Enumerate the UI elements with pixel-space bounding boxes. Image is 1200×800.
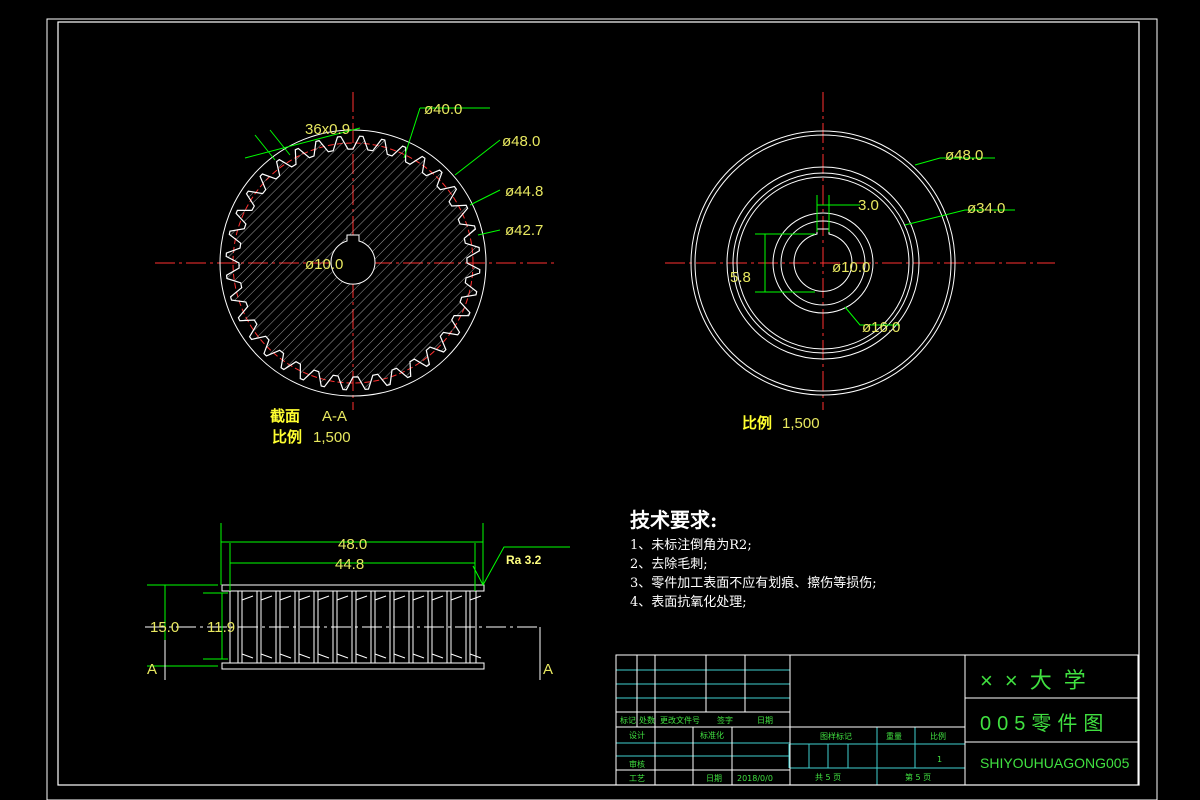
tooth-line [355, 653, 368, 659]
scale-value: 1,500 [313, 429, 351, 446]
tooth-line [260, 595, 273, 601]
tooth-line [374, 653, 387, 659]
side-view: 48.0 44.8 15.0 11.9 Ra 3.2 A A [145, 523, 570, 680]
technical-requirements: 技术要求: 1、未标注倒角为R2; 2、去除毛刺; 3、零件加工表面不应有划痕、… [630, 508, 877, 610]
section-view: 36x0.9 ø40.0 ø48.0 ø44.8 ø42.7 ø10.0 截面 … [155, 92, 555, 446]
dim-height-11-9: 11.9 [207, 619, 235, 636]
dim-width-48: 48.0 [338, 536, 367, 553]
requirement-item: 4、表面抗氧化处理; [630, 595, 747, 610]
tooth-line [412, 653, 425, 659]
header-mark: 标记 [620, 715, 636, 725]
design-label: 设计 [629, 730, 645, 740]
drawing-mark-label: 图样标记 [820, 731, 852, 741]
roughness-symbol: Ra 3.2 [506, 553, 542, 567]
dim-d44-8: ø44.8 [505, 183, 543, 200]
dim-height-15: 15.0 [150, 619, 179, 636]
drawing-frame [57, 21, 1140, 786]
date-value: 2018/0/0 [737, 774, 773, 783]
section-mark-right: A [543, 661, 553, 678]
tooth-line [393, 653, 406, 659]
requirement-item: 2、去除毛刺; [630, 557, 708, 572]
tooth-line [317, 595, 330, 601]
tooth-line [317, 653, 330, 659]
dim-bore: ø10.0 [832, 259, 870, 276]
requirement-item: 3、零件加工表面不应有划痕、擦伤等损伤; [630, 575, 877, 591]
tooth-line [450, 653, 463, 659]
scale-value: 1 [937, 755, 942, 764]
tooth-line [241, 595, 254, 601]
tooth-line [298, 595, 311, 601]
title-block: 标记 处数 更改文件号 签字 日期 设计 标准化 审核 工艺 日期 2018/0… [615, 654, 1139, 786]
tooth-line [279, 595, 292, 601]
review-label: 审核 [629, 759, 645, 769]
tooth-line [412, 595, 425, 601]
tooth-line [431, 653, 444, 659]
dim-keyway-width: 3.0 [858, 197, 879, 214]
header-change-doc: 更改文件号 [660, 715, 700, 725]
tooth-line [374, 595, 387, 601]
dim-chamfer: 36x0.9 [305, 121, 350, 138]
cad-drawing: 36x0.9 ø40.0 ø48.0 ø44.8 ø42.7 ø10.0 截面 … [46, 18, 1158, 800]
dim-d16: ø16.0 [862, 319, 900, 336]
dim-keyway-depth: 5.8 [730, 269, 751, 286]
dim-d42-7: ø42.7 [505, 222, 543, 239]
tooth-line [355, 595, 368, 601]
sheet-number: 第 5 页 [905, 772, 931, 782]
requirements-title: 技术要求: [630, 508, 717, 532]
dim-bore: ø10.0 [305, 256, 343, 273]
tooth-line [298, 653, 311, 659]
dim-d34: ø34.0 [967, 200, 1005, 217]
standard-label: 标准化 [700, 730, 724, 740]
dim-width-44-8: 44.8 [335, 556, 364, 573]
tooth-line [260, 653, 273, 659]
tooth-line [279, 653, 292, 659]
dim-d48: ø48.0 [945, 147, 983, 164]
weight-label: 重量 [886, 731, 902, 741]
front-view: ø48.0 ø34.0 3.0 5.8 ø10.0 ø16.0 比例 1,500 [665, 92, 1055, 432]
header-count: 处数 [639, 715, 655, 725]
total-sheets: 共 5 页 [815, 773, 841, 782]
header-date: 日期 [757, 716, 773, 725]
drawing-code: SHIYOUHUAGONG005 [980, 755, 1130, 771]
tooth-line [450, 595, 463, 601]
drawing-name: 005零件图 [980, 712, 1109, 735]
header-signature: 签字 [717, 715, 733, 725]
section-label: 截面 [270, 407, 300, 425]
requirement-item: 1、未标注倒角为R2; [630, 538, 752, 553]
scale-value: 1,500 [782, 415, 820, 432]
tooth-line [431, 595, 444, 601]
school-name: ××大学 [980, 668, 1098, 693]
tooth-line [241, 653, 254, 659]
process-label: 工艺 [629, 774, 645, 783]
tooth-line [336, 653, 349, 659]
dim-d40: ø40.0 [424, 101, 462, 118]
tooth-line [336, 595, 349, 601]
section-mark-left: A [147, 661, 157, 678]
scale-label: 比例 [272, 428, 302, 446]
scale-label: 比例 [742, 414, 772, 432]
scale-label: 比例 [930, 731, 946, 741]
dim-d48: ø48.0 [502, 133, 540, 150]
section-name: A-A [322, 408, 347, 425]
date-label: 日期 [706, 774, 722, 783]
tooth-line [393, 595, 406, 601]
